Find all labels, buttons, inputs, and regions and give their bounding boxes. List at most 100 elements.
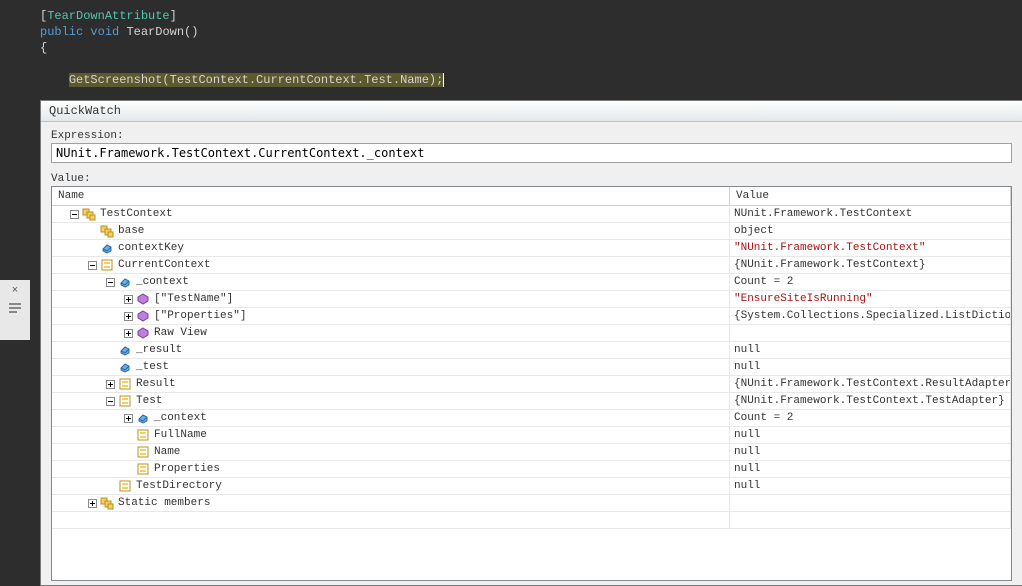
table-row[interactable]: ["TestName"] "EnsureSiteIsRunning" (52, 291, 1011, 308)
row-name: Test (136, 393, 162, 409)
value-label: Value: (51, 173, 1012, 185)
expression-label: Expression: (51, 130, 1012, 142)
row-name: TestContext (100, 206, 173, 222)
table-row[interactable]: Raw View (52, 325, 1011, 342)
field-icon (118, 343, 132, 357)
method-icon (136, 292, 150, 306)
quickwatch-title: QuickWatch (41, 101, 1022, 122)
row-name: ["TestName"] (154, 291, 233, 307)
row-name: Properties (154, 461, 220, 477)
method-icon (136, 309, 150, 323)
code-line: { (40, 40, 1022, 56)
prop-icon (136, 428, 150, 442)
table-row[interactable]: Test {NUnit.Framework.TestContext.TestAda… (52, 393, 1011, 410)
table-row[interactable]: _resultnull (52, 342, 1011, 359)
table-row[interactable]: FullName null (52, 427, 1011, 444)
row-value: null (730, 444, 1011, 460)
table-row[interactable]: _context Count = 2 (52, 274, 1011, 291)
row-name: base (118, 223, 144, 239)
method-icon (136, 326, 150, 340)
row-value: {NUnit.Framework.TestContext} (730, 257, 1011, 273)
row-value: object (730, 223, 1011, 239)
collapse-icon[interactable] (104, 395, 116, 407)
row-value: {NUnit.Framework.TestContext.ResultAdapt… (730, 376, 1011, 392)
expand-icon[interactable] (122, 327, 134, 339)
row-name: CurrentContext (118, 257, 210, 273)
row-value: null (730, 461, 1011, 477)
row-value: null (730, 427, 1011, 443)
watch-grid: Name Value TestContext NUnit.Framework.Te… (51, 186, 1012, 581)
prop-icon (118, 394, 132, 408)
class-icon (82, 207, 96, 221)
grid-rows: TestContextNUnit.Framework.TestContextba… (52, 206, 1011, 580)
expand-icon[interactable] (122, 310, 134, 322)
table-row[interactable]: Result {NUnit.Framework.TestContext.Resul… (52, 376, 1011, 393)
row-value: NUnit.Framework.TestContext (730, 206, 1011, 222)
row-name: FullName (154, 427, 207, 443)
table-row-empty (52, 512, 1011, 529)
table-row[interactable]: contextKey "NUnit.Framework.TestContext" (52, 240, 1011, 257)
expand-icon[interactable] (86, 497, 98, 509)
row-name: contextKey (118, 240, 184, 256)
expression-input[interactable] (51, 143, 1012, 163)
table-row[interactable]: Name null (52, 444, 1011, 461)
expand-icon[interactable] (122, 412, 134, 424)
grid-header: Name Value (52, 187, 1011, 206)
prop-icon (118, 377, 132, 391)
row-value: "EnsureSiteIsRunning" (730, 291, 1011, 307)
table-row[interactable]: TestDirectory null (52, 478, 1011, 495)
class-icon (100, 224, 114, 238)
field-icon (136, 411, 150, 425)
row-name: Raw View (154, 325, 207, 341)
table-row[interactable]: ["Properties"] {System.Collections.Specia… (52, 308, 1011, 325)
table-row[interactable]: CurrentContext {NUnit.Framework.TestConte… (52, 257, 1011, 274)
row-value: null (730, 478, 1011, 494)
quickwatch-window: QuickWatch Expression: Value: Name Value… (40, 100, 1022, 586)
prop-icon (118, 479, 132, 493)
row-value: null (730, 359, 1011, 375)
code-line: [TearDownAttribute] (40, 8, 1022, 24)
row-name: Static members (118, 495, 210, 511)
prop-icon (136, 445, 150, 459)
code-editor[interactable]: [TearDownAttribute] public void TearDown… (0, 0, 1022, 88)
code-line-highlighted: GetScreenshot(TestContext.CurrentContext… (40, 72, 1022, 88)
row-name: _test (136, 359, 169, 375)
table-row[interactable]: base object (52, 223, 1011, 240)
field-icon (118, 360, 132, 374)
row-value: {System.Collections.Specialized.ListDict… (730, 308, 1011, 324)
row-name: Name (154, 444, 180, 460)
prop-icon (136, 462, 150, 476)
row-value: Count = 2 (730, 274, 1011, 290)
expand-icon[interactable] (104, 378, 116, 390)
class-icon (100, 496, 114, 510)
side-panel: × (0, 280, 30, 340)
row-name: ["Properties"] (154, 308, 246, 324)
tool-icon[interactable] (7, 300, 23, 316)
table-row[interactable]: _test null (52, 359, 1011, 376)
column-header-name[interactable]: Name (52, 187, 730, 205)
table-row[interactable]: Properties null (52, 461, 1011, 478)
row-value (730, 495, 1011, 511)
field-icon (118, 275, 132, 289)
row-value (730, 325, 1011, 341)
prop-icon (100, 258, 114, 272)
collapse-icon[interactable] (68, 208, 80, 220)
row-value: "NUnit.Framework.TestContext" (730, 240, 1011, 256)
row-value: null (730, 342, 1011, 358)
row-name: TestDirectory (136, 478, 222, 494)
row-name: _context (136, 274, 189, 290)
table-row[interactable]: _context Count = 2 (52, 410, 1011, 427)
row-value: Count = 2 (730, 410, 1011, 426)
close-icon[interactable]: × (12, 284, 18, 296)
collapse-icon[interactable] (86, 259, 98, 271)
field-icon (100, 241, 114, 255)
code-line: public void TearDown() (40, 24, 1022, 40)
row-name: Result (136, 376, 176, 392)
collapse-icon[interactable] (104, 276, 116, 288)
column-header-value[interactable]: Value (730, 187, 1011, 205)
table-row[interactable]: TestContext NUnit.Framework.TestContext (52, 206, 1011, 223)
table-row[interactable]: Static members (52, 495, 1011, 512)
expand-icon[interactable] (122, 293, 134, 305)
row-value: {NUnit.Framework.TestContext.TestAdapter… (730, 393, 1011, 409)
row-name: _context (154, 410, 207, 426)
